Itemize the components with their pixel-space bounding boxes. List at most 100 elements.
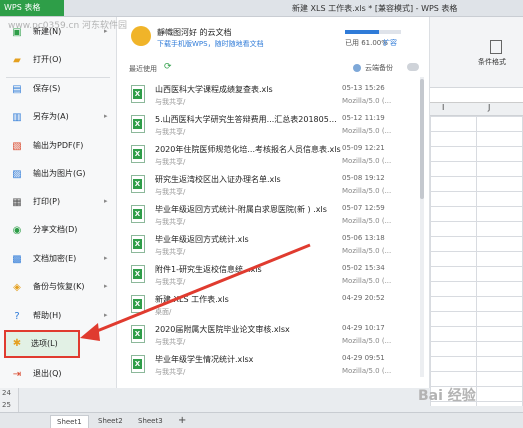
menu-item-label: 文档加密(E) [33, 254, 77, 263]
file-name: 2020届附属大医院毕业论文审核.xlsx [155, 325, 290, 334]
open-folder-icon: ▰ [13, 55, 21, 66]
recent-label: 最近使用 [129, 65, 157, 73]
file-location: 与我共享/ [155, 158, 186, 166]
cloud-backup-toggle[interactable] [407, 63, 419, 71]
file-row[interactable]: 研究生返湾校区出入证办理名单.xls 与我共享/05-08 19:12 Mozill… [129, 171, 417, 201]
file-row[interactable]: 毕业年级返回方式统计-附属白求恩医院(新 ) .xls 与我共享/05-07 12… [129, 201, 417, 231]
xls-file-icon [131, 175, 145, 193]
file-date: 05-12 11:19 [342, 114, 385, 122]
storage-progress-bar [345, 30, 401, 34]
file-location: 与我共享/ [155, 278, 186, 286]
xls-file-icon [131, 355, 145, 373]
file-date: 05-02 15:34 [342, 264, 385, 272]
chevron-right-icon: ▸ [104, 282, 108, 290]
conditional-format-button[interactable]: 条件格式 [478, 57, 506, 67]
chevron-right-icon: ▸ [104, 254, 108, 262]
menu-item-label: 打开(O) [33, 55, 62, 64]
menu-item-backup[interactable]: ◈ 备份与恢复(K) ▸ [0, 274, 116, 302]
menu-item-print[interactable]: ▦ 打印(P) ▸ [0, 189, 116, 217]
file-source: Mozilla/5.0 (... [342, 127, 392, 135]
avatar[interactable] [131, 26, 151, 46]
spreadsheet-grid[interactable] [430, 116, 523, 406]
add-sheet-icon[interactable]: + [172, 415, 192, 427]
file-row[interactable]: 山西医科大学课程成绩复查表.xls 与我共享/05-13 15:26 Mozilla… [129, 81, 417, 111]
xls-file-icon [131, 295, 145, 313]
title-bar: WPS 表格 新建 XLS 工作表.xls * [兼容模式] - WPS 表格 [0, 0, 523, 17]
encrypt-icon: ▩ [12, 254, 22, 265]
file-row[interactable]: 毕业年级返回方式统计.xls 与我共享/05-06 13:18 Mozilla/5.… [129, 231, 417, 261]
sheet-tab-bar: Sheet1 Sheet2 Sheet3 + [0, 412, 523, 428]
download-mobile-link[interactable]: 下载手机版WPS，随时随地看文档 [157, 39, 264, 49]
file-location: 与我共享/ [155, 188, 186, 196]
menu-item-open[interactable]: ▰ 打开(O) [0, 47, 116, 75]
file-name: 2020年住院医师规范化培...考核报名人员信息表.xls [155, 145, 341, 154]
menu-item-share[interactable]: ◉ 分享文档(D) [0, 217, 116, 245]
file-row[interactable]: 5.山西医科大学研究生答辩费用...汇总表20180519.xls 与我共享/05… [129, 111, 417, 141]
gear-icon: ✱ [12, 338, 22, 349]
menu-item-export-image[interactable]: ▨ 输出为图片(G) [0, 161, 116, 189]
image-export-icon: ▨ [12, 169, 22, 180]
xls-file-icon [131, 85, 145, 103]
conditional-format-icon [490, 40, 502, 54]
formula-bar[interactable] [430, 88, 523, 103]
file-name: 山西医科大学课程成绩复查表.xls [155, 85, 273, 94]
column-letter[interactable]: I [442, 103, 444, 112]
sheet-tab[interactable]: Sheet3 [132, 415, 169, 427]
save-icon: ▤ [12, 84, 22, 95]
menu-item-label: 另存为(A) [33, 112, 69, 121]
document-title: 新建 XLS 工作表.xls * [兼容模式] - WPS 表格 [292, 4, 458, 13]
sheet-tab[interactable]: Sheet1 [50, 415, 89, 428]
file-location: 与我共享/ [155, 248, 186, 256]
ribbon: 条件格式 [430, 17, 523, 88]
row-header: 24 25 [0, 388, 19, 412]
menu-item-save[interactable]: ▤ 保存(S) [0, 76, 116, 104]
file-name: 毕业年级学生情况统计.xlsx [155, 355, 254, 364]
file-source: Mozilla/5.0 (... [342, 247, 392, 255]
refresh-icon[interactable]: ⟳ [164, 62, 172, 72]
share-icon: ◉ [12, 225, 22, 236]
row-number[interactable]: 24 [2, 389, 11, 397]
file-date: 05-08 19:12 [342, 174, 385, 182]
file-date: 04-29 20:52 [342, 294, 385, 302]
column-letter[interactable]: J [488, 103, 490, 112]
scrollbar-thumb[interactable] [420, 79, 424, 199]
menu-item-encrypt[interactable]: ▩ 文档加密(E) ▸ [0, 246, 116, 274]
menu-item-options[interactable]: ✱ 选项(L) [4, 330, 80, 358]
storage-used-text: 已用 61.00% [345, 39, 388, 47]
chevron-right-icon: ▸ [104, 197, 108, 205]
menu-item-export-pdf[interactable]: ▧ 输出为PDF(F) [0, 133, 116, 161]
xls-file-icon [131, 325, 145, 343]
site-watermark: www.pc0359.cn 河东软件园 [8, 21, 128, 31]
file-row[interactable]: 附件1-研究生返校信息统...xls 与我共享/05-02 15:34 Mozill… [129, 261, 417, 291]
file-row[interactable]: 2020届附属大医院毕业论文审核.xlsx 与我共享/04-29 10:17 Moz… [129, 321, 417, 351]
file-location: 桌面/ [155, 308, 172, 316]
menu-item-help[interactable]: ? 帮助(H) ▸ [0, 303, 116, 331]
file-name: 附件1-研究生返校信息统...xls [155, 265, 262, 274]
menu-item-save-as[interactable]: ▥ 另存为(A) ▸ [0, 104, 116, 132]
backup-icon: ◈ [13, 282, 21, 293]
menu-item-label: 退出(Q) [33, 369, 62, 378]
file-source: Mozilla/5.0 (... [342, 97, 392, 105]
expand-storage-link[interactable]: 扩容 [383, 38, 397, 48]
file-name: 新建 XLS 工作表.xls [155, 295, 229, 304]
file-location: 与我共享/ [155, 128, 186, 136]
cloud-doc-owner[interactable]: 靜幟图河好 的云文档 [157, 27, 232, 38]
wps-menu-button[interactable]: WPS 表格 [0, 0, 64, 16]
sheet-tab[interactable]: Sheet2 [92, 415, 129, 427]
menu-item-label: 选项(L) [31, 339, 58, 348]
file-row[interactable]: 毕业年级学生情况统计.xlsx 与我共享/04-29 09:51 Mozilla/5… [129, 351, 417, 381]
file-date: 04-29 10:17 [342, 324, 385, 332]
file-row[interactable]: 新建 XLS 工作表.xls 桌面/04-29 20:52 [129, 291, 417, 321]
help-icon: ? [14, 311, 20, 322]
row-number[interactable]: 25 [2, 401, 11, 409]
xls-file-icon [131, 265, 145, 283]
xls-file-icon [131, 235, 145, 253]
file-row[interactable]: 2020年住院医师规范化培...考核报名人员信息表.xls 与我共享/05-09 … [129, 141, 417, 171]
save-as-icon: ▥ [12, 112, 22, 123]
watermark: Bai 经验 [418, 388, 476, 404]
recent-documents-panel: 靜幟图河好 的云文档 下载手机版WPS，随时随地看文档 已用 61.00% 扩容… [117, 17, 430, 388]
menu-item-label: 分享文档(D) [33, 225, 78, 234]
menu-item-exit[interactable]: ⇥ 退出(Q) [0, 361, 116, 389]
file-name: 5.山西医科大学研究生答辩费用...汇总表20180519.xls [155, 115, 341, 124]
print-icon: ▦ [12, 197, 22, 208]
